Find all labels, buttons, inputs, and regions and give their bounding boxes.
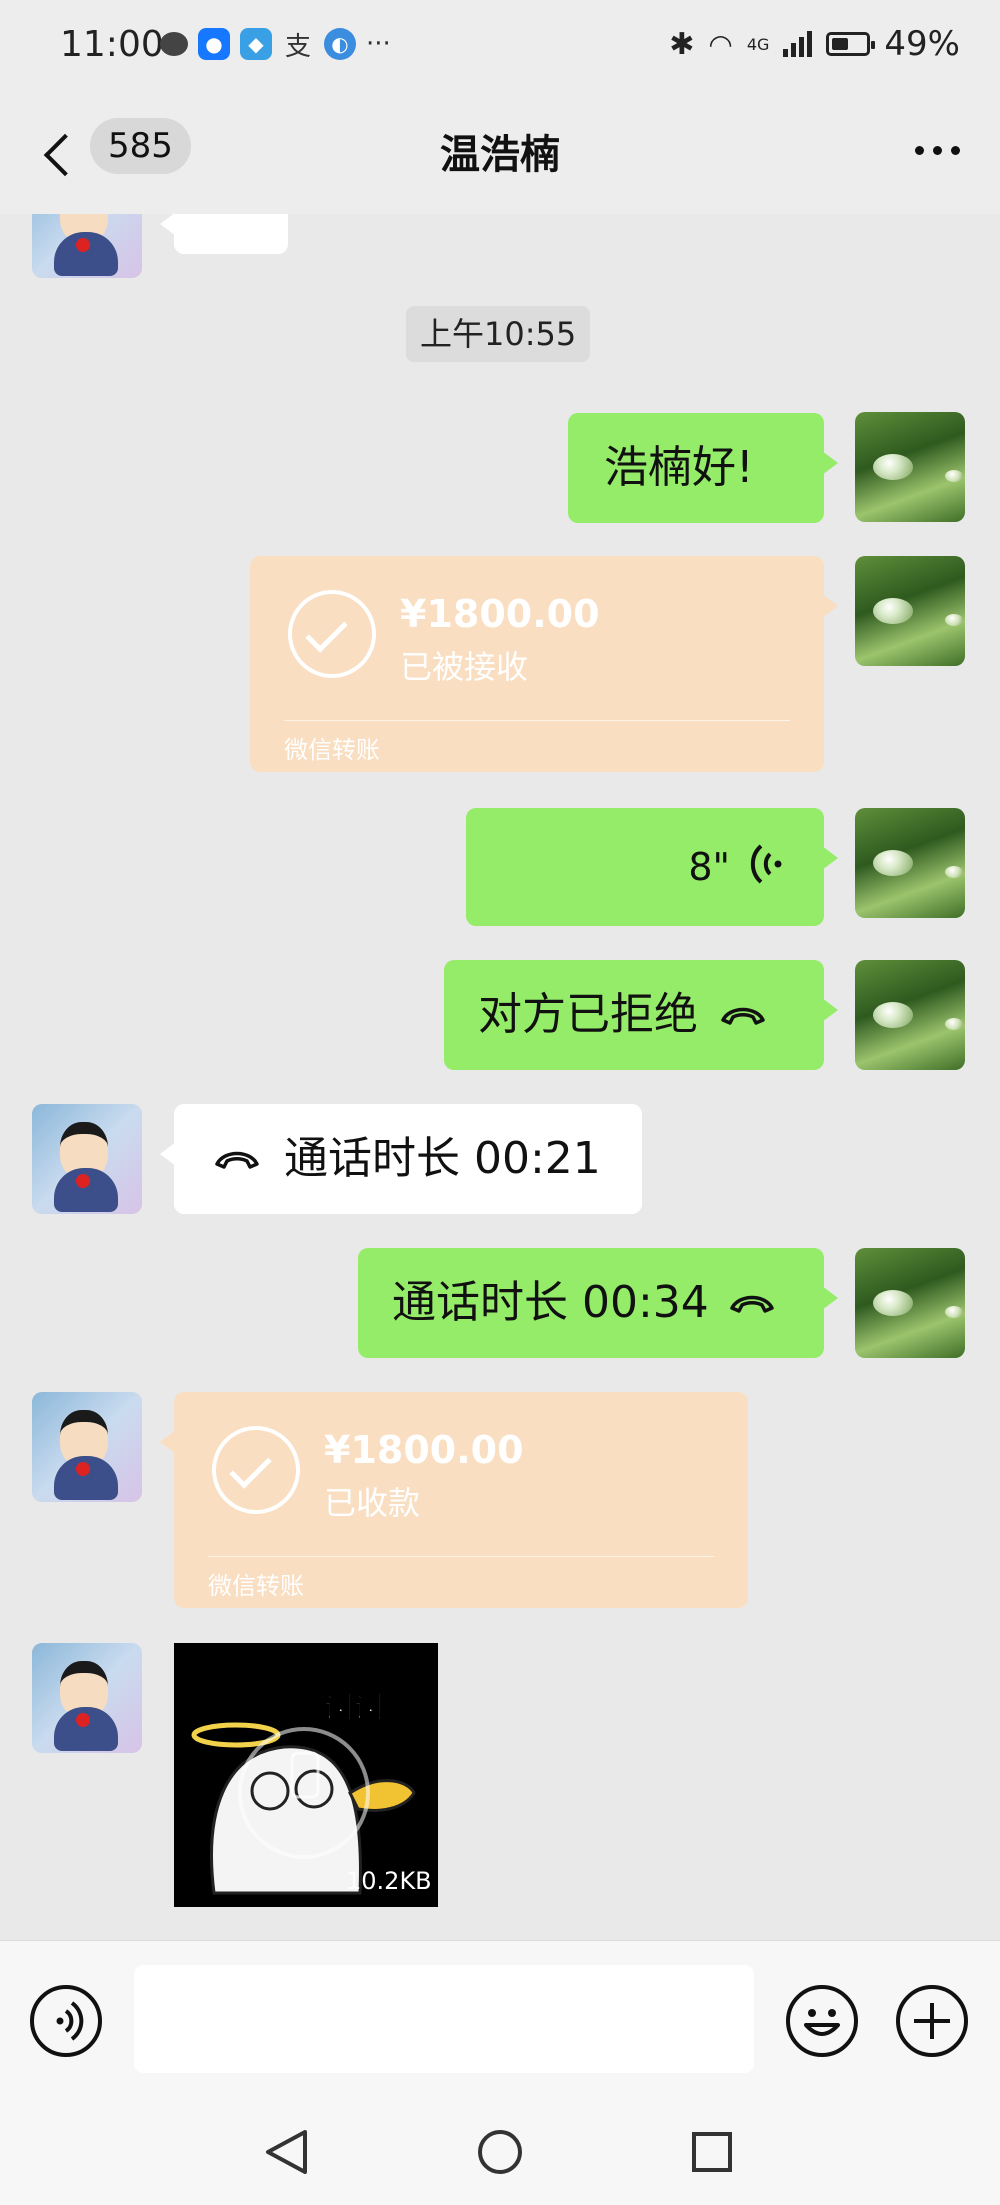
wifi-icon: ◠ xyxy=(708,27,733,61)
contact-avatar[interactable] xyxy=(32,1104,142,1214)
phone-hangup-icon xyxy=(214,1148,260,1170)
voice-toggle-icon[interactable] xyxy=(30,1985,102,2057)
message-timestamp: 上午10:55 xyxy=(406,306,591,362)
transfer-card[interactable]: ¥1800.00 已被接收 微信转账 xyxy=(250,556,838,772)
call-message[interactable]: 对方已拒绝 xyxy=(444,960,838,1070)
call-duration-text: 通话时长 00:21 xyxy=(284,1133,601,1184)
shield-notification-icon: ◆ xyxy=(240,28,272,60)
app-notification-icon: ● xyxy=(198,28,230,60)
my-avatar[interactable] xyxy=(855,1248,965,1358)
signal-icon xyxy=(783,31,813,57)
chat-title: 温浩楠 xyxy=(440,132,560,178)
system-navigation-bar xyxy=(0,2100,1000,2205)
contact-avatar[interactable] xyxy=(32,1643,142,1753)
transfer-amount: ¥1800.00 xyxy=(400,592,600,636)
status-right: ✱ ◠ 4G 49% xyxy=(669,24,960,64)
chat-message-list[interactable]: 心 上午10:55 浩楠好! ¥1800.00 已被接收 微信转账 8" 对方已… xyxy=(0,214,1000,1940)
more-options-icon[interactable] xyxy=(915,146,960,155)
transfer-status: 已被接收 xyxy=(400,648,529,686)
phone-hangup-icon xyxy=(729,1292,775,1314)
sticker-file-size: 10.2KB xyxy=(346,1867,432,1895)
divider xyxy=(208,1556,714,1557)
message-input[interactable] xyxy=(134,1965,754,2073)
alipay-notification-icon: 支 xyxy=(284,31,311,62)
check-circle-icon xyxy=(288,590,376,678)
my-avatar[interactable] xyxy=(855,412,965,522)
message-bubble[interactable]: 浩楠好! xyxy=(568,413,838,523)
bluetooth-icon: ✱ xyxy=(669,26,695,62)
chat-notification-icon xyxy=(160,32,188,56)
transfer-status: 已收款 xyxy=(324,1484,421,1522)
more-notifications-icon: ··· xyxy=(366,29,391,59)
nav-recents-icon[interactable] xyxy=(692,2132,732,2172)
voice-duration: 8" xyxy=(688,845,730,889)
status-time: 11:00 xyxy=(60,24,164,65)
sticker-image[interactable]: 谢谢 10.2KB xyxy=(174,1643,438,1907)
my-avatar[interactable] xyxy=(855,556,965,666)
transfer-label: 微信转账 xyxy=(208,1572,304,1600)
notification-icons: ● ◆ 支 ◐ ··· xyxy=(160,28,391,62)
emoji-icon[interactable] xyxy=(786,1985,858,2057)
status-bar: 11:00 ● ◆ 支 ◐ ··· ✱ ◠ 4G 49% xyxy=(0,0,1000,96)
chat-header: 585 温浩楠 xyxy=(0,96,1000,215)
sticker-caption: 谢谢 xyxy=(324,1691,385,1727)
check-circle-icon xyxy=(212,1426,300,1514)
my-avatar[interactable] xyxy=(855,960,965,1070)
nav-back-icon[interactable] xyxy=(266,2130,307,2174)
contact-avatar[interactable] xyxy=(32,1392,142,1502)
message-bubble[interactable]: 心 xyxy=(160,214,288,254)
transfer-card[interactable]: ¥1800.00 已收款 微信转账 xyxy=(160,1392,748,1608)
plus-icon[interactable] xyxy=(896,1985,968,2057)
battery-icon xyxy=(826,32,876,56)
contact-avatar[interactable] xyxy=(32,214,142,278)
call-status-text: 对方已拒绝 xyxy=(478,989,698,1040)
voice-wave-icon xyxy=(750,842,784,892)
divider xyxy=(284,720,790,721)
message-input-bar xyxy=(0,1940,1000,2101)
network-type: 4G xyxy=(746,34,770,54)
call-message[interactable]: 通话时长 00:34 xyxy=(358,1248,838,1358)
voice-message[interactable]: 8" xyxy=(466,808,838,926)
transfer-amount: ¥1800.00 xyxy=(324,1428,524,1472)
my-avatar[interactable] xyxy=(855,808,965,918)
message-text: 浩楠好! xyxy=(604,442,754,493)
battery-percent: 49% xyxy=(884,24,960,64)
phone-hangup-icon xyxy=(720,1004,766,1026)
call-message[interactable]: 通话时长 00:21 xyxy=(160,1104,642,1214)
call-duration-text: 通话时长 00:34 xyxy=(392,1277,709,1328)
transfer-label: 微信转账 xyxy=(284,736,380,764)
browser-notification-icon: ◐ xyxy=(324,28,356,60)
nav-home-icon[interactable] xyxy=(478,2130,522,2174)
